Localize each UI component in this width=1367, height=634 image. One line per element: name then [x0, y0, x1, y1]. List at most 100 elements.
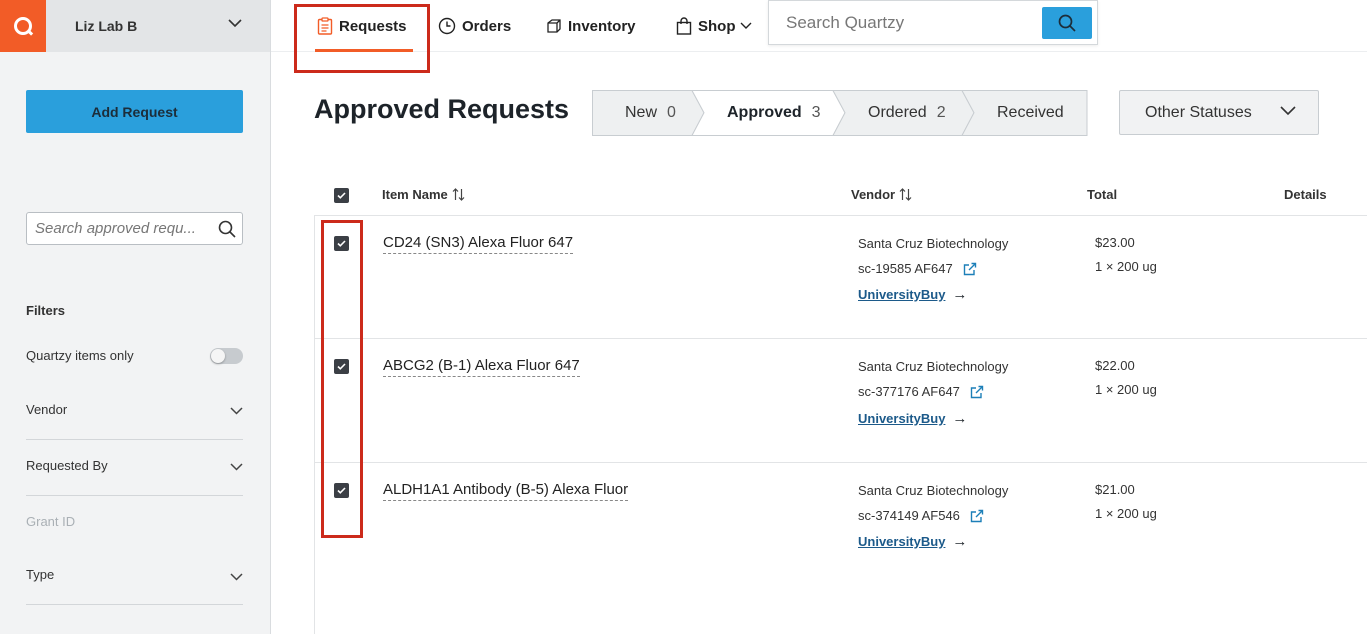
column-header-vendor[interactable]: Vendor [851, 187, 912, 202]
status-tab-label: Received [997, 103, 1064, 121]
row-checkbox[interactable] [334, 236, 349, 251]
nav-inventory[interactable]: Inventory [546, 0, 636, 52]
filters-title: Filters [26, 303, 66, 318]
universitybuy-label: UniversityBuy [858, 287, 946, 302]
nav-label: Orders [462, 17, 512, 35]
top-navigation: Requests Orders Inventory Shop [271, 0, 1367, 52]
boxes-icon [547, 19, 561, 33]
nav-label: Requests [339, 17, 407, 35]
select-all-checkbox[interactable] [334, 188, 349, 203]
checkmark-icon [337, 487, 346, 494]
quartzy-only-filter: Quartzy items only [26, 348, 243, 364]
global-search-input[interactable] [769, 1, 1039, 44]
item-name-link[interactable]: ABCG2 (B-1) Alexa Fluor 647 [383, 357, 580, 377]
header-label: Vendor [851, 187, 896, 202]
filter-grant-id: Grant ID [26, 496, 243, 549]
row-price: $22.00 [1095, 358, 1135, 373]
chevron-down-icon [740, 22, 751, 29]
filter-type[interactable]: Type [26, 549, 243, 605]
header-label: Details [1284, 187, 1327, 202]
external-link-icon[interactable] [963, 262, 977, 276]
other-statuses-dropdown[interactable]: Other Statuses [1119, 90, 1319, 135]
checkmark-icon [337, 363, 346, 370]
column-header-details: Details [1284, 187, 1327, 202]
quartzy-logo[interactable] [0, 0, 46, 52]
filter-label: Vendor [26, 402, 68, 417]
nav-label: Shop [698, 17, 736, 35]
table-left-border [314, 215, 315, 634]
nav-requests[interactable]: Requests [315, 0, 413, 52]
catalog-number: sc-374149 AF546 [858, 508, 984, 523]
quartzy-only-toggle[interactable] [210, 348, 243, 364]
universitybuy-link[interactable]: UniversityBuy → [858, 286, 967, 303]
filter-vendor[interactable]: Vendor [26, 384, 243, 440]
filter-label: Requested By [26, 458, 108, 473]
universitybuy-label: UniversityBuy [858, 534, 946, 549]
checkmark-icon [337, 192, 346, 199]
nav-shop[interactable]: Shop [676, 0, 752, 52]
search-icon [1058, 14, 1076, 32]
search-approved-input[interactable] [27, 213, 209, 244]
status-tab-approved[interactable]: Approved 3 [727, 90, 821, 135]
external-link-icon[interactable] [970, 385, 984, 399]
item-name-link[interactable]: ALDH1A1 Antibody (B-5) Alexa Fluor [383, 481, 629, 501]
item-name-link[interactable]: CD24 (SN3) Alexa Fluor 647 [383, 234, 574, 254]
status-tab-label: Approved [727, 103, 802, 121]
checkmark-icon [337, 240, 346, 247]
search-button[interactable] [1042, 7, 1092, 39]
chevron-down-icon [230, 407, 243, 415]
chevron-down-icon [230, 463, 243, 471]
row-price: $23.00 [1095, 235, 1135, 250]
search-icon[interactable] [218, 220, 236, 238]
other-statuses-label: Other Statuses [1145, 103, 1252, 121]
status-tab-label: New [625, 103, 658, 121]
chevron-down-icon [228, 19, 242, 28]
universitybuy-link[interactable]: UniversityBuy → [858, 533, 967, 550]
status-tab-received[interactable]: Received [997, 90, 1064, 135]
sort-icon [452, 188, 465, 201]
status-tab-label: Ordered [868, 103, 927, 121]
clock-icon [438, 17, 456, 35]
status-tab-count: 3 [811, 103, 821, 121]
external-link-icon[interactable] [970, 509, 984, 523]
row-quantity: 1 × 200 ug [1095, 506, 1157, 521]
status-tab-new[interactable]: New 0 [625, 90, 676, 135]
status-tab-count: 2 [936, 103, 946, 121]
header-label: Total [1087, 187, 1118, 202]
shopping-bag-icon [676, 17, 692, 35]
chevron-down-icon [230, 573, 243, 581]
column-header-item-name[interactable]: Item Name [382, 187, 465, 202]
quartzy-only-label: Quartzy items only [26, 348, 134, 363]
row-quantity: 1 × 200 ug [1095, 259, 1157, 274]
universitybuy-link[interactable]: UniversityBuy → [858, 410, 967, 427]
column-header-total: Total [1087, 187, 1117, 202]
row-checkbox[interactable] [334, 483, 349, 498]
catalog-number: sc-377176 AF647 [858, 384, 984, 399]
status-tab-ordered[interactable]: Ordered 2 [868, 90, 946, 135]
row-divider [314, 338, 1367, 339]
filter-label: Type [26, 567, 55, 582]
nav-label: Inventory [568, 17, 636, 35]
vendor-name: Santa Cruz Biotechnology [858, 483, 1009, 498]
arrow-right-icon: → [952, 410, 968, 427]
row-price: $21.00 [1095, 482, 1135, 497]
chevron-down-icon [1280, 106, 1296, 116]
row-divider [314, 462, 1367, 463]
quartzy-q-icon [14, 17, 32, 35]
sidebar-search [26, 212, 243, 245]
arrow-right-icon: → [952, 533, 968, 550]
sidebar: Liz Lab B Add Request Filters Quartzy it… [0, 0, 271, 634]
lab-switcher[interactable]: Liz Lab B [46, 0, 270, 52]
row-checkbox[interactable] [334, 359, 349, 374]
add-request-button[interactable]: Add Request [26, 90, 243, 133]
filter-label: Grant ID [26, 514, 76, 529]
catalog-text: sc-377176 AF647 [858, 384, 960, 399]
sort-icon [899, 188, 912, 201]
catalog-text: sc-374149 AF546 [858, 508, 960, 523]
row-quantity: 1 × 200 ug [1095, 382, 1157, 397]
catalog-number: sc-19585 AF647 [858, 261, 977, 276]
filter-requested-by[interactable]: Requested By [26, 440, 243, 496]
header-label: Item Name [382, 187, 448, 202]
arrow-right-icon: → [952, 286, 968, 303]
nav-orders[interactable]: Orders [438, 0, 511, 52]
